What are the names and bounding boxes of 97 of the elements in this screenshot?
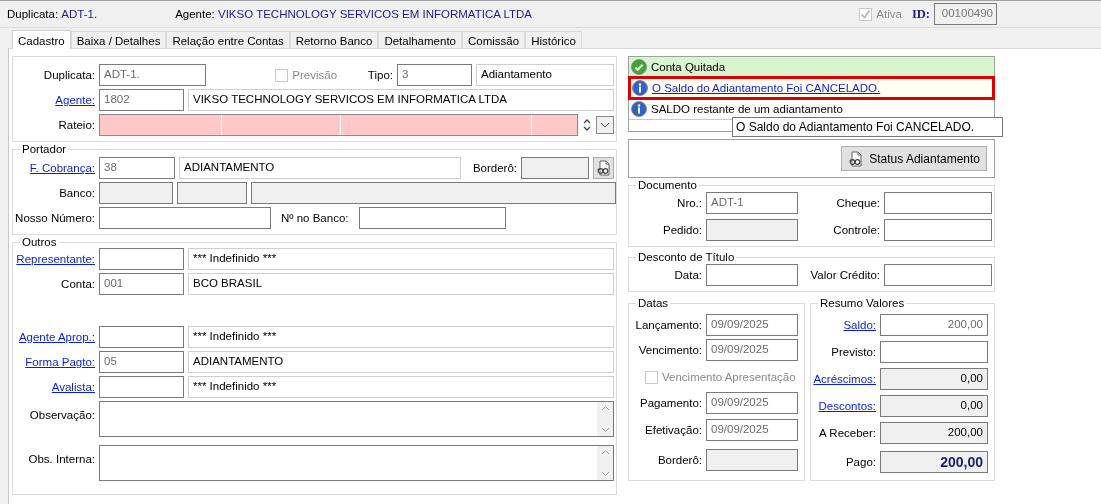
field-label: Nro.: bbox=[677, 197, 702, 209]
field-label: Previsto: bbox=[831, 346, 876, 358]
field-label: Pedido: bbox=[663, 224, 702, 236]
scrollbar-arrows-icon[interactable] bbox=[597, 402, 613, 436]
field-label: Observação: bbox=[29, 409, 95, 421]
text-field[interactable] bbox=[884, 192, 992, 214]
tab[interactable]: Detalhamento bbox=[378, 31, 462, 48]
group-title: Desconto de Título bbox=[637, 251, 736, 263]
field-link[interactable]: Representante: bbox=[16, 253, 95, 265]
tab[interactable]: Retorno Banco bbox=[289, 31, 379, 48]
field-link[interactable]: Agente: bbox=[55, 94, 95, 106]
text-field[interactable]: ADT-1. bbox=[99, 64, 206, 86]
field-label: Controle: bbox=[833, 224, 880, 236]
text-field[interactable]: 05 bbox=[99, 351, 184, 373]
text-field[interactable]: 09/09/2025 bbox=[706, 392, 798, 414]
text-field[interactable] bbox=[99, 248, 184, 270]
document-glasses-icon bbox=[595, 160, 612, 176]
field-label: Lançamento: bbox=[635, 319, 702, 331]
status-message: SALDO restante de um adiantamento bbox=[651, 103, 843, 115]
text-field[interactable]: 09/09/2025 bbox=[706, 314, 798, 336]
group-title: Resumo Valores bbox=[819, 297, 906, 309]
field-label: Data: bbox=[674, 269, 702, 281]
field-label: Borderô: bbox=[472, 162, 517, 174]
id-label: ID: bbox=[911, 6, 930, 22]
text-field[interactable]: 1802 bbox=[99, 89, 184, 111]
text-field[interactable]: Adiantamento bbox=[476, 64, 614, 86]
field-link[interactable]: Agente Aprop.: bbox=[18, 331, 95, 343]
field-label: Rateio: bbox=[58, 119, 95, 131]
header-value: ADT-1. bbox=[61, 8, 98, 20]
text-field[interactable] bbox=[99, 207, 271, 229]
text-field[interactable] bbox=[884, 219, 992, 241]
tab[interactable]: Histórico bbox=[525, 31, 582, 48]
info-icon bbox=[632, 80, 648, 96]
text-field[interactable]: 09/09/2025 bbox=[706, 419, 798, 441]
field-label: Banco: bbox=[59, 187, 95, 199]
field-label: Nosso Número: bbox=[15, 212, 95, 224]
field-label: Valor Crédito: bbox=[810, 269, 880, 281]
field-link[interactable]: Avalista: bbox=[51, 381, 95, 393]
field-label: Pagamento: bbox=[640, 397, 702, 409]
checkbox-label: Ativa bbox=[876, 8, 902, 20]
text-field[interactable]: ADT-1 bbox=[706, 192, 798, 214]
header-value: VIKSO TECHNOLOGY SERVICOS EM INFORMATICA LTDA bbox=[218, 8, 532, 20]
text-field[interactable]: 001 bbox=[99, 273, 184, 295]
group-title: Portador bbox=[21, 143, 68, 155]
text-field[interactable]: ADIANTAMENTO bbox=[179, 157, 461, 179]
checkbox-label: Previsão bbox=[292, 69, 338, 81]
field-label: Borderô: bbox=[657, 454, 702, 466]
group-title: Outros bbox=[21, 236, 58, 248]
id-field: 00100490 bbox=[934, 3, 997, 25]
text-field[interactable]: 200,00 bbox=[880, 314, 988, 336]
field-label: A Receber: bbox=[819, 427, 876, 439]
chevron-down-icon bbox=[600, 122, 610, 128]
text-field[interactable]: *** Indefinido *** bbox=[188, 376, 614, 398]
text-field[interactable] bbox=[880, 341, 988, 363]
status-button[interactable]: Status Adiantamento bbox=[841, 146, 987, 171]
field-label: Conta: bbox=[61, 278, 95, 290]
header-label: Duplicata: bbox=[7, 8, 59, 20]
field-label: Tipo: bbox=[367, 69, 393, 81]
bordero-button[interactable] bbox=[593, 157, 614, 179]
text-field[interactable]: 3 bbox=[397, 64, 472, 86]
text-field[interactable] bbox=[884, 264, 992, 286]
field-label: Pago: bbox=[845, 455, 876, 468]
tooltip: O Saldo do Adiantamento Foi CANCELADO. bbox=[732, 117, 1003, 137]
text-field[interactable]: *** Indefinido *** bbox=[188, 248, 614, 270]
text-area[interactable] bbox=[99, 401, 614, 437]
scrollbar-arrows-icon[interactable] bbox=[597, 446, 613, 480]
dropdown-button[interactable] bbox=[596, 116, 614, 134]
field-link[interactable]: Saldo: bbox=[843, 319, 876, 331]
header-label: Agente: bbox=[175, 8, 215, 20]
text-field[interactable] bbox=[358, 207, 506, 229]
field-link[interactable]: F. Cobrança: bbox=[29, 162, 95, 174]
field-label: Nº no Banco: bbox=[281, 212, 349, 224]
group-title: Datas bbox=[637, 297, 670, 309]
status-message: Conta Quitada bbox=[651, 61, 726, 73]
tab[interactable]: Baixa / Detalhes bbox=[70, 31, 167, 48]
text-field[interactable]: 09/09/2025 bbox=[706, 339, 798, 361]
tab[interactable]: Comissão bbox=[462, 31, 526, 48]
field-label: Obs. Interna: bbox=[28, 453, 95, 465]
field-label: Duplicata: bbox=[43, 69, 95, 81]
text-field[interactable] bbox=[99, 376, 184, 398]
text-field[interactable] bbox=[706, 264, 798, 286]
tab[interactable]: Relação entre Contas bbox=[166, 31, 290, 48]
field-label: Cheque: bbox=[836, 197, 880, 209]
text-field[interactable]: 38 bbox=[99, 157, 175, 179]
text-area[interactable] bbox=[99, 445, 614, 481]
group-title: Documento bbox=[637, 179, 698, 191]
text-field[interactable]: *** Indefinido *** bbox=[188, 326, 614, 348]
text-field[interactable]: ADIANTAMENTO bbox=[188, 351, 614, 373]
checkbox-label: Vencimento Apresentação bbox=[662, 371, 796, 383]
document-glasses-icon bbox=[848, 150, 865, 167]
tab[interactable]: Cadastro bbox=[12, 30, 71, 49]
text-field[interactable]: VIKSO TECHNOLOGY SERVICOS EM INFORMATICA LTDA bbox=[188, 89, 614, 111]
field-label: Vencimento: bbox=[638, 344, 702, 356]
field-link[interactable]: Forma Pagto: bbox=[25, 356, 95, 368]
field-label: Efetivação: bbox=[645, 424, 702, 436]
text-field[interactable]: BCO BRASIL bbox=[188, 273, 614, 295]
text-field[interactable] bbox=[99, 326, 184, 348]
